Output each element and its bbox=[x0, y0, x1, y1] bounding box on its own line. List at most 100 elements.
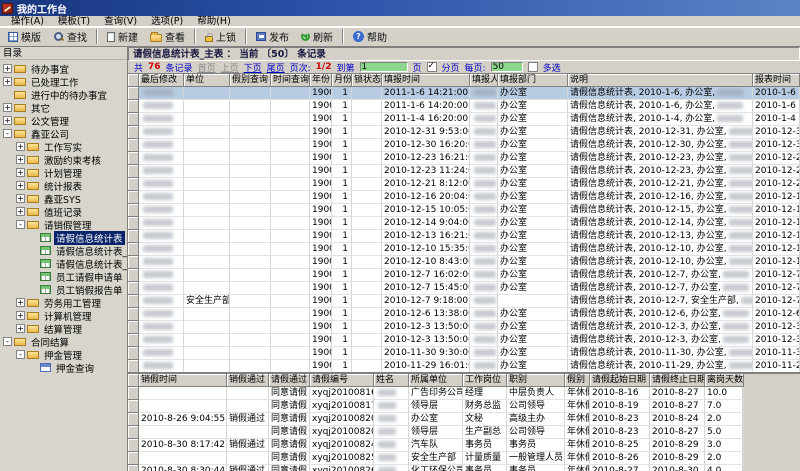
column-header[interactable]: 离岗天数 bbox=[705, 374, 744, 387]
tree-item-10[interactable]: +鑫亚SYS bbox=[0, 192, 127, 205]
expand-icon[interactable]: + bbox=[16, 168, 25, 177]
column-header[interactable]: 所属单位 bbox=[409, 374, 463, 387]
column-header[interactable]: 职别 bbox=[507, 374, 565, 387]
column-header[interactable]: 单位 bbox=[184, 74, 230, 87]
expand-icon[interactable]: + bbox=[16, 298, 25, 307]
toolbar-button-0[interactable]: 模版 bbox=[2, 28, 47, 45]
expand-icon[interactable]: + bbox=[16, 194, 25, 203]
expand-icon[interactable]: + bbox=[16, 207, 25, 216]
table-row[interactable]: 190012010-12-6 13:38:00办公室请假信息统计表, 2010-… bbox=[128, 308, 800, 321]
toolbar-button-1[interactable]: 查找 bbox=[47, 28, 93, 45]
column-header[interactable]: 请假起始日期 bbox=[590, 374, 650, 387]
menu-item-3[interactable]: 选项(P) bbox=[144, 16, 190, 27]
tree-item-9[interactable]: +统计报表 bbox=[0, 179, 127, 192]
table-row[interactable]: 190012010-12-3 13:50:00办公室请假信息统计表, 2010-… bbox=[128, 321, 800, 334]
column-header[interactable]: 请假通过 bbox=[269, 374, 310, 387]
table-row[interactable]: 190012010-12-21 8:12:00办公室请假信息统计表, 2010-… bbox=[128, 178, 800, 191]
row-gutter[interactable] bbox=[128, 165, 139, 178]
tree-item-8[interactable]: +计划管理 bbox=[0, 166, 127, 179]
tree-item-11[interactable]: +值班记录 bbox=[0, 205, 127, 218]
expand-icon[interactable]: + bbox=[16, 324, 25, 333]
expand-icon[interactable]: + bbox=[3, 103, 12, 112]
column-header[interactable]: 月份 bbox=[332, 74, 352, 87]
column-header[interactable]: 销假时间 bbox=[139, 374, 227, 387]
table-row[interactable]: 190012010-12-10 8:43:00办公室请假信息统计表, 2010-… bbox=[128, 256, 800, 269]
paging-checkbox[interactable] bbox=[427, 62, 437, 72]
row-gutter[interactable] bbox=[128, 282, 139, 295]
table-row[interactable]: 190012011-1-4 16:20:00办公室请假信息统计表, 2010-1… bbox=[128, 113, 800, 126]
menu-item-1[interactable]: 模板(T) bbox=[51, 16, 97, 27]
pager-next-link[interactable]: 下页 bbox=[244, 61, 262, 74]
collapse-icon[interactable]: - bbox=[16, 350, 25, 359]
row-gutter[interactable] bbox=[128, 321, 139, 334]
expand-icon[interactable]: + bbox=[3, 64, 12, 73]
menu-item-0[interactable]: 操作(A) bbox=[4, 16, 51, 27]
column-header[interactable]: 请假编号 bbox=[310, 374, 374, 387]
tree-item-13[interactable]: 请假信息统计表 bbox=[0, 231, 127, 244]
row-gutter[interactable] bbox=[128, 360, 139, 372]
row-gutter[interactable] bbox=[128, 334, 139, 347]
row-gutter[interactable] bbox=[128, 87, 139, 100]
table-row[interactable]: 同意请假xyqj20100817010领导层财务总监公司领导年休假2010-8-… bbox=[128, 400, 742, 413]
column-header[interactable]: 填报时间 bbox=[382, 74, 470, 87]
column-header[interactable]: 填报部门 bbox=[498, 74, 568, 87]
tree-item-17[interactable]: 员工销假报告单 bbox=[0, 283, 127, 296]
expand-icon[interactable]: + bbox=[16, 155, 25, 164]
toolbar-button-5[interactable]: 发布 bbox=[250, 28, 295, 45]
row-gutter[interactable] bbox=[128, 230, 139, 243]
table-row[interactable]: 190012010-12-14 9:04:00办公室请假信息统计表, 2010-… bbox=[128, 217, 800, 230]
tree-item-15[interactable]: 请假信息统计表_个人 bbox=[0, 257, 127, 270]
menu-item-4[interactable]: 帮助(H) bbox=[190, 16, 238, 27]
column-header[interactable]: 工作岗位 bbox=[463, 374, 507, 387]
row-gutter[interactable] bbox=[128, 308, 139, 321]
table-row[interactable]: 190012010-12-16 20:04:00办公室请假信息统计表, 2010… bbox=[128, 191, 800, 204]
row-gutter[interactable] bbox=[128, 400, 139, 413]
column-header[interactable]: 填报人 bbox=[470, 74, 498, 87]
collapse-icon[interactable]: - bbox=[3, 129, 12, 138]
row-gutter[interactable] bbox=[128, 243, 139, 256]
pager-last-link[interactable]: 尾页 bbox=[267, 61, 285, 74]
row-gutter[interactable] bbox=[128, 413, 139, 426]
table-row[interactable]: 2010-8-30 8:30:44销假通过同意请假xyqj20100826001… bbox=[128, 465, 742, 471]
tree-item-18[interactable]: +劳务用工管理 bbox=[0, 296, 127, 309]
collapse-icon[interactable]: - bbox=[16, 220, 25, 229]
table-row[interactable]: 同意请假xyqj20100825002安全生产部计量质量一般管理人员年休假201… bbox=[128, 452, 742, 465]
pager-first-link[interactable]: 首页 bbox=[198, 61, 216, 74]
column-header[interactable]: 说明 bbox=[568, 74, 753, 87]
toolbar-button-7[interactable]: 帮助 bbox=[347, 28, 393, 45]
row-gutter[interactable] bbox=[128, 269, 139, 282]
menu-item-2[interactable]: 查询(V) bbox=[97, 16, 144, 27]
row-gutter[interactable] bbox=[128, 256, 139, 269]
table-row[interactable]: 190012010-11-30 9:30:00办公室请假信息统计表, 2010-… bbox=[128, 347, 800, 360]
tree-item-14[interactable]: 请假信息统计表_单位 bbox=[0, 244, 127, 257]
tree-item-7[interactable]: +激励约束考核 bbox=[0, 153, 127, 166]
row-gutter[interactable] bbox=[128, 439, 139, 452]
row-gutter[interactable] bbox=[128, 139, 139, 152]
expand-icon[interactable]: + bbox=[3, 116, 12, 125]
table-row[interactable]: 同意请假xyqj20100820001领导层生产副总公司领导年休假2010-8-… bbox=[128, 426, 742, 439]
row-gutter[interactable] bbox=[128, 347, 139, 360]
expand-icon[interactable]: + bbox=[3, 77, 12, 86]
expand-icon[interactable]: + bbox=[16, 181, 25, 190]
pager-prev-link[interactable]: 上页 bbox=[221, 61, 239, 74]
table-row[interactable]: 190012010-12-23 16:21:00办公室请假信息统计表, 2010… bbox=[128, 152, 800, 165]
table-row[interactable]: 2010-8-26 9:04:55销假通过同意请假xyqj20100820002… bbox=[128, 413, 742, 426]
table-row[interactable]: 190012010-12-10 15:35:00办公室请假信息统计表, 2010… bbox=[128, 243, 800, 256]
tree-item-2[interactable]: 进行中的待办事宜 bbox=[0, 88, 127, 101]
tree-item-22[interactable]: -押金管理 bbox=[0, 348, 127, 361]
pager-goto-input[interactable] bbox=[360, 62, 408, 72]
column-header[interactable]: 假别 bbox=[565, 374, 590, 387]
row-gutter[interactable] bbox=[128, 100, 139, 113]
row-gutter[interactable] bbox=[128, 217, 139, 230]
column-header[interactable]: 报表时间 bbox=[753, 74, 800, 87]
row-gutter[interactable] bbox=[128, 387, 139, 400]
expand-icon[interactable]: + bbox=[16, 311, 25, 320]
column-header[interactable]: 锁状态 bbox=[352, 74, 382, 87]
tree-item-6[interactable]: +工作写实 bbox=[0, 140, 127, 153]
tree-item-12[interactable]: -请销假管理 bbox=[0, 218, 127, 231]
collapse-icon[interactable]: - bbox=[3, 337, 12, 346]
table-row[interactable]: 190012010-12-30 16:20:00办公室请假信息统计表, 2010… bbox=[128, 139, 800, 152]
column-header[interactable]: 假别查询 bbox=[230, 74, 271, 87]
row-gutter[interactable] bbox=[128, 126, 139, 139]
row-gutter[interactable] bbox=[128, 113, 139, 126]
